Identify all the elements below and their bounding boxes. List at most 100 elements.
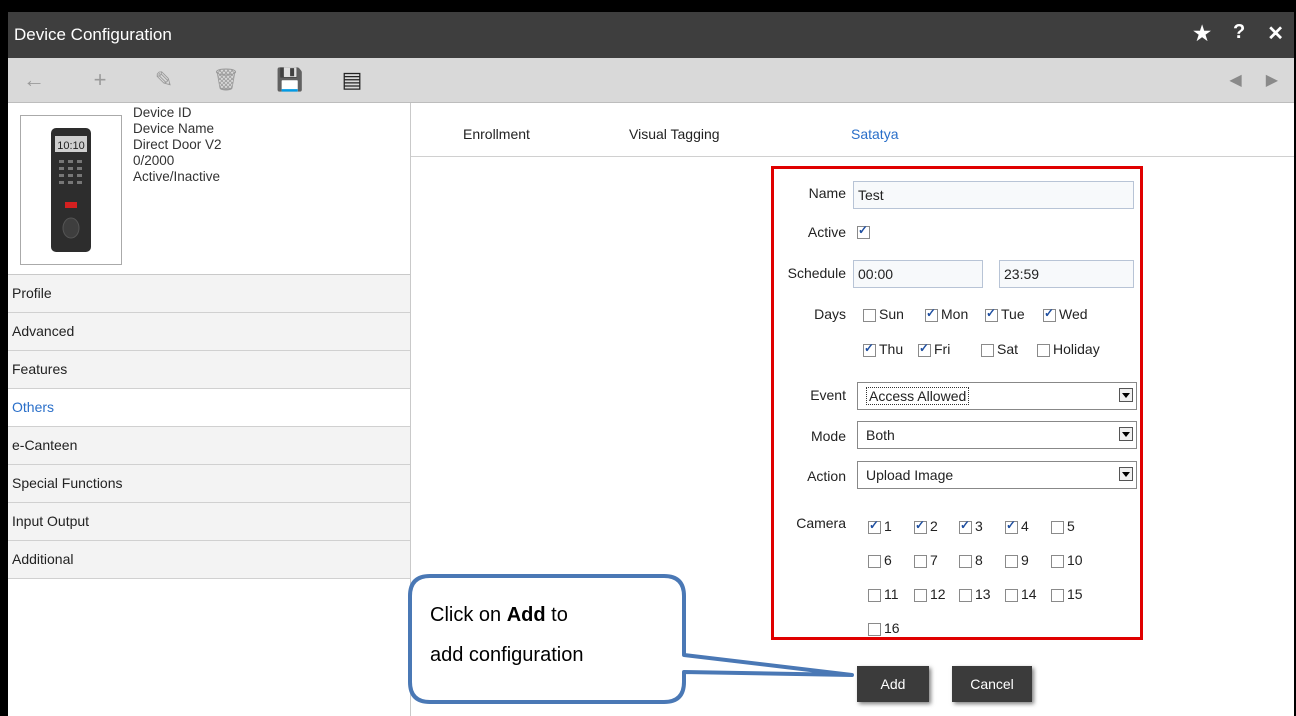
day-sun[interactable]: Sun — [863, 306, 904, 322]
tab-visual-tagging[interactable]: Visual Tagging — [629, 126, 720, 142]
tab-bar: Enrollment Visual Tagging Satatya — [411, 103, 1294, 157]
camera-14-checkbox[interactable] — [1005, 588, 1018, 602]
day-holiday-checkbox[interactable] — [1037, 343, 1050, 357]
day-sun-checkbox[interactable] — [863, 308, 876, 322]
day-wed[interactable]: Wed — [1043, 306, 1088, 322]
delete-icon[interactable]: 🗑 — [212, 66, 240, 94]
active-checkbox[interactable] — [857, 223, 870, 239]
cancel-button[interactable]: Cancel — [952, 666, 1032, 702]
chevron-down-icon[interactable] — [1119, 467, 1133, 481]
camera-8[interactable]: 8 — [959, 552, 983, 568]
day-holiday[interactable]: Holiday — [1037, 341, 1100, 357]
day-mon-checkbox[interactable] — [925, 306, 938, 322]
camera-7-checkbox[interactable] — [914, 554, 927, 568]
menu-item-additional[interactable]: Additional — [8, 541, 410, 579]
camera-16[interactable]: 16 — [868, 620, 900, 636]
day-tue[interactable]: Tue — [985, 306, 1025, 322]
day-fri-checkbox[interactable] — [918, 341, 931, 357]
clear-list-icon[interactable]: ▤ — [338, 66, 366, 94]
camera-1-checkbox[interactable] — [868, 518, 881, 534]
callout-text-post: to — [545, 604, 568, 626]
camera-5[interactable]: 5 — [1051, 518, 1075, 534]
camera-2[interactable]: 2 — [914, 518, 938, 534]
device-id-label: Device ID — [133, 105, 192, 120]
action-select[interactable]: Upload Image — [857, 461, 1137, 489]
camera-16-checkbox[interactable] — [868, 622, 881, 636]
name-input[interactable]: Test — [853, 181, 1134, 209]
camera-4-label: 4 — [1021, 518, 1029, 534]
camera-4-checkbox[interactable] — [1005, 518, 1018, 534]
schedule-end-input[interactable]: 23:59 — [999, 260, 1134, 288]
camera-3-checkbox[interactable] — [959, 518, 972, 534]
day-sat-checkbox[interactable] — [981, 343, 994, 357]
callout-line-2: add configuration — [430, 644, 584, 666]
chevron-down-icon[interactable] — [1119, 427, 1133, 441]
callout-text-bold: Add — [506, 604, 546, 626]
camera-6-checkbox[interactable] — [868, 554, 881, 568]
star-icon[interactable]: ★ — [1193, 21, 1211, 46]
day-mon[interactable]: Mon — [925, 306, 968, 322]
tab-satatya[interactable]: Satatya — [851, 126, 898, 142]
device-user-count: 0/2000 — [133, 153, 175, 168]
menu-item-features[interactable]: Features — [8, 351, 410, 389]
camera-11[interactable]: 11 — [868, 586, 899, 602]
chevron-down-icon[interactable] — [1119, 388, 1133, 402]
camera-2-checkbox[interactable] — [914, 518, 927, 534]
save-icon[interactable]: 💾 — [276, 66, 304, 94]
callout-text-pre: Click on — [430, 604, 507, 626]
close-icon[interactable]: ✕ — [1267, 21, 1284, 46]
event-value: Access Allowed — [866, 387, 970, 405]
camera-10[interactable]: 10 — [1051, 552, 1083, 568]
camera-15[interactable]: 15 — [1051, 586, 1083, 602]
day-tue-label: Tue — [1001, 306, 1025, 322]
camera-12[interactable]: 12 — [914, 586, 946, 602]
camera-14[interactable]: 14 — [1005, 586, 1037, 602]
schedule-start-input[interactable]: 00:00 — [853, 260, 983, 288]
mode-select[interactable]: Both — [857, 421, 1137, 449]
event-select[interactable]: Access Allowed — [857, 382, 1137, 410]
camera-9-checkbox[interactable] — [1005, 554, 1018, 568]
camera-10-checkbox[interactable] — [1051, 554, 1064, 568]
camera-15-checkbox[interactable] — [1051, 588, 1064, 602]
menu-item-others[interactable]: Others — [8, 389, 410, 427]
previous-icon[interactable]: ◀ — [1229, 70, 1241, 90]
next-icon[interactable]: ▶ — [1266, 70, 1278, 90]
camera-4[interactable]: 4 — [1005, 518, 1029, 534]
back-arrow-icon[interactable]: ← — [20, 66, 48, 94]
camera-13[interactable]: 13 — [959, 586, 991, 602]
day-wed-label: Wed — [1059, 306, 1088, 322]
menu-item-special-functions[interactable]: Special Functions — [8, 465, 410, 503]
help-icon[interactable]: ? — [1233, 21, 1245, 46]
camera-3[interactable]: 3 — [959, 518, 983, 534]
day-sat[interactable]: Sat — [981, 341, 1018, 357]
day-fri[interactable]: Fri — [918, 341, 950, 357]
camera-11-label: 11 — [884, 586, 899, 602]
camera-6[interactable]: 6 — [868, 552, 892, 568]
menu-item-profile[interactable]: Profile — [8, 275, 410, 313]
action-label: Action — [807, 468, 846, 484]
camera-12-checkbox[interactable] — [914, 588, 927, 602]
camera-label: Camera — [796, 515, 846, 531]
camera-8-checkbox[interactable] — [959, 554, 972, 568]
day-tue-checkbox[interactable] — [985, 306, 998, 322]
camera-5-checkbox[interactable] — [1051, 520, 1064, 534]
menu-item-e-canteen[interactable]: e-Canteen — [8, 427, 410, 465]
tab-enrollment[interactable]: Enrollment — [463, 126, 530, 142]
callout-line-1: Click on Add to — [430, 595, 583, 635]
add-button[interactable]: Add — [857, 666, 929, 702]
name-label: Name — [808, 185, 846, 201]
day-thu[interactable]: Thu — [863, 341, 903, 357]
camera-1[interactable]: 1 — [868, 518, 892, 534]
camera-9[interactable]: 9 — [1005, 552, 1029, 568]
camera-11-checkbox[interactable] — [868, 588, 881, 602]
camera-7[interactable]: 7 — [914, 552, 938, 568]
add-icon[interactable]: + — [86, 66, 114, 94]
menu-item-input-output[interactable]: Input Output — [8, 503, 410, 541]
day-wed-checkbox[interactable] — [1043, 306, 1056, 322]
camera-10-label: 10 — [1067, 552, 1083, 568]
day-thu-checkbox[interactable] — [863, 341, 876, 357]
menu-item-advanced[interactable]: Advanced — [8, 313, 410, 351]
title-bar: Device Configuration ★ ? ✕ — [8, 12, 1294, 58]
camera-13-checkbox[interactable] — [959, 588, 972, 602]
edit-icon[interactable]: ✎ — [150, 66, 178, 94]
